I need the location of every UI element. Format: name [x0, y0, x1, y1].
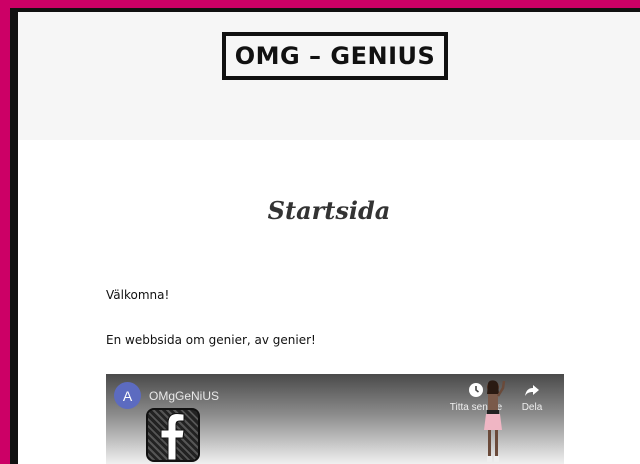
welcome-paragraph: Välkomna!: [106, 288, 170, 302]
share-icon: [525, 385, 539, 396]
page-title: Startsida: [267, 196, 391, 225]
channel-avatar[interactable]: A: [114, 382, 141, 409]
facebook-logo-icon: [146, 408, 200, 462]
site-header: OMG – GENIUS: [18, 12, 640, 140]
share-label: Dela: [521, 402, 543, 413]
channel-name[interactable]: OMgGeNiUS: [149, 389, 219, 403]
youtube-video-embed[interactable]: A OMgGeNiUS Titta senare Dela: [106, 374, 564, 464]
site-title-link[interactable]: OMG – GENIUS: [222, 32, 448, 80]
intro-paragraph: En webbsida om genier, av genier!: [106, 333, 316, 347]
page: OMG – GENIUS Startsida Välkomna! En webb…: [18, 12, 640, 464]
character-illustration-icon: [484, 380, 506, 462]
share-button[interactable]: Dela: [502, 382, 562, 413]
